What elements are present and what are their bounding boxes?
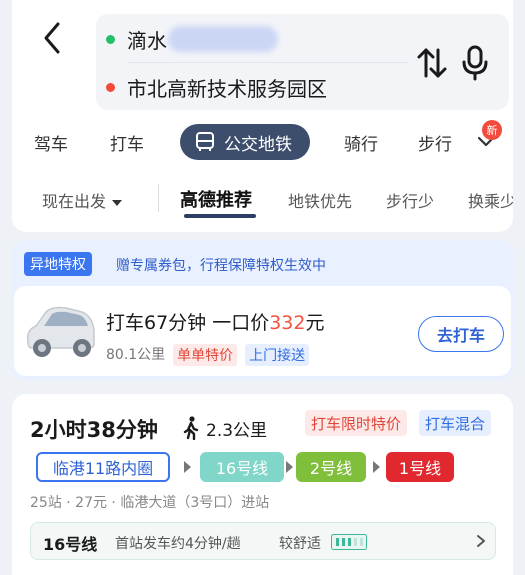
start-point-field[interactable]: 滴水 [106,24,278,54]
travel-mode-tabs: 驾车 打车 公交地铁 骑行 步行 新 [12,120,513,164]
swap-icon [417,48,447,78]
end-dot-icon [106,82,115,92]
tab-drive[interactable]: 驾车 [34,130,68,155]
route-summary: 25站 · 27元 · 临港大道（3号口）进站 [30,495,270,511]
taxi-price: 332 [269,312,306,334]
line-chip-16: 16号线 [200,452,284,482]
pref-recommend[interactable]: 高德推荐 [180,186,252,212]
pref-subway-first[interactable]: 地铁优先 [288,188,352,212]
tag-special-price: 单单特价 [173,344,238,366]
route-input-box: 滴水 市北高新技术服务园区 [96,14,509,110]
bus-icon [196,132,214,151]
voice-button[interactable] [460,44,490,82]
tag-door-pickup: 上门接送 [245,344,310,366]
promo-text: 赠专属券包，行程保障特权生效中 [116,258,326,274]
taxi-distance: 80.1公里 [106,347,166,363]
go-taxi-button[interactable]: 去打车 [418,316,504,352]
tag-taxi-limited: 打车限时特价 [305,410,408,436]
depart-time-label: 现在出发 [42,192,107,211]
line-chip-bus: 临港11路内圈 [36,452,170,482]
walk-distance: 2.3公里 [206,421,268,441]
transit-plan-card[interactable]: 2小时38分钟 2.3公里 打车限时特价 打车混合 临港11路内圈 16号线 2… [12,394,513,575]
chevron-right-icon [477,535,485,547]
taxi-promo-card: 异地特权 赠专属券包，行程保障特权生效中 打车67分钟 一口价332元 80.1… [12,240,513,380]
line-detail-comfort: 较舒适 [279,536,321,552]
route-divider [128,62,408,63]
back-arrow-icon [44,22,60,54]
route-preference-bar: 现在出发 高德推荐 地铁优先 步行少 换乘少 [12,176,513,220]
pref-divider [158,184,159,212]
line-detail-row[interactable]: 16号线 首站发车约4分钟/趟 较舒适 [30,522,496,560]
depart-time-dropdown[interactable]: 现在出发 [42,188,123,212]
trip-duration: 2小时38分钟 [30,418,158,442]
start-dot-icon [106,34,115,44]
walking-icon [183,416,199,440]
taxi-price-unit: 元 [305,312,325,334]
route-header: 滴水 市北高新技术服务园区 驾车 打车 公交地铁 骑行 步行 新 现在出发 高德… [12,0,513,232]
taxi-title-text: 打车67分钟 一口价 [106,312,270,334]
tag-taxi-mix: 打车混合 [419,410,492,436]
redaction-blur [168,26,278,52]
car-icon [26,306,95,357]
arrow-right-icon [184,461,191,473]
taxi-title: 打车67分钟 一口价332元 [106,308,325,335]
tab-walk[interactable]: 步行 [418,130,452,155]
pref-active-underline [184,214,256,218]
caret-down-icon [112,199,123,206]
pref-less-transfer[interactable]: 换乘少 [468,188,513,212]
tab-taxi[interactable]: 打车 [110,130,144,155]
tab-transit-label: 公交地铁 [224,134,292,155]
taxi-offer[interactable]: 打车67分钟 一口价332元 80.1公里 单单特价 上门接送 去打车 [14,286,511,376]
promo-tag: 异地特权 [24,252,92,276]
line-detail-frequency: 首站发车约4分钟/趟 [115,536,241,552]
end-point-field[interactable]: 市北高新技术服务园区 [106,72,327,102]
arrow-right-icon [373,461,380,473]
tab-transit[interactable]: 公交地铁 [180,124,310,160]
new-badge: 新 [482,120,502,140]
swap-button[interactable] [416,46,448,80]
line-chip-1: 1号线 [386,452,454,482]
microphone-icon [462,45,488,81]
end-point-text: 市北高新技术服务园区 [127,76,327,101]
line-detail-name: 16号线 [43,535,98,554]
tab-ride[interactable]: 骑行 [344,130,378,155]
taxi-meta: 80.1公里 单单特价 上门接送 [106,344,310,366]
back-button[interactable] [32,18,72,58]
line-chip-2: 2号线 [296,452,366,482]
start-point-text: 滴水 [127,28,167,53]
pref-less-walk[interactable]: 步行少 [386,188,434,212]
arrow-right-icon [286,461,293,473]
crowd-level-icon [331,534,367,550]
